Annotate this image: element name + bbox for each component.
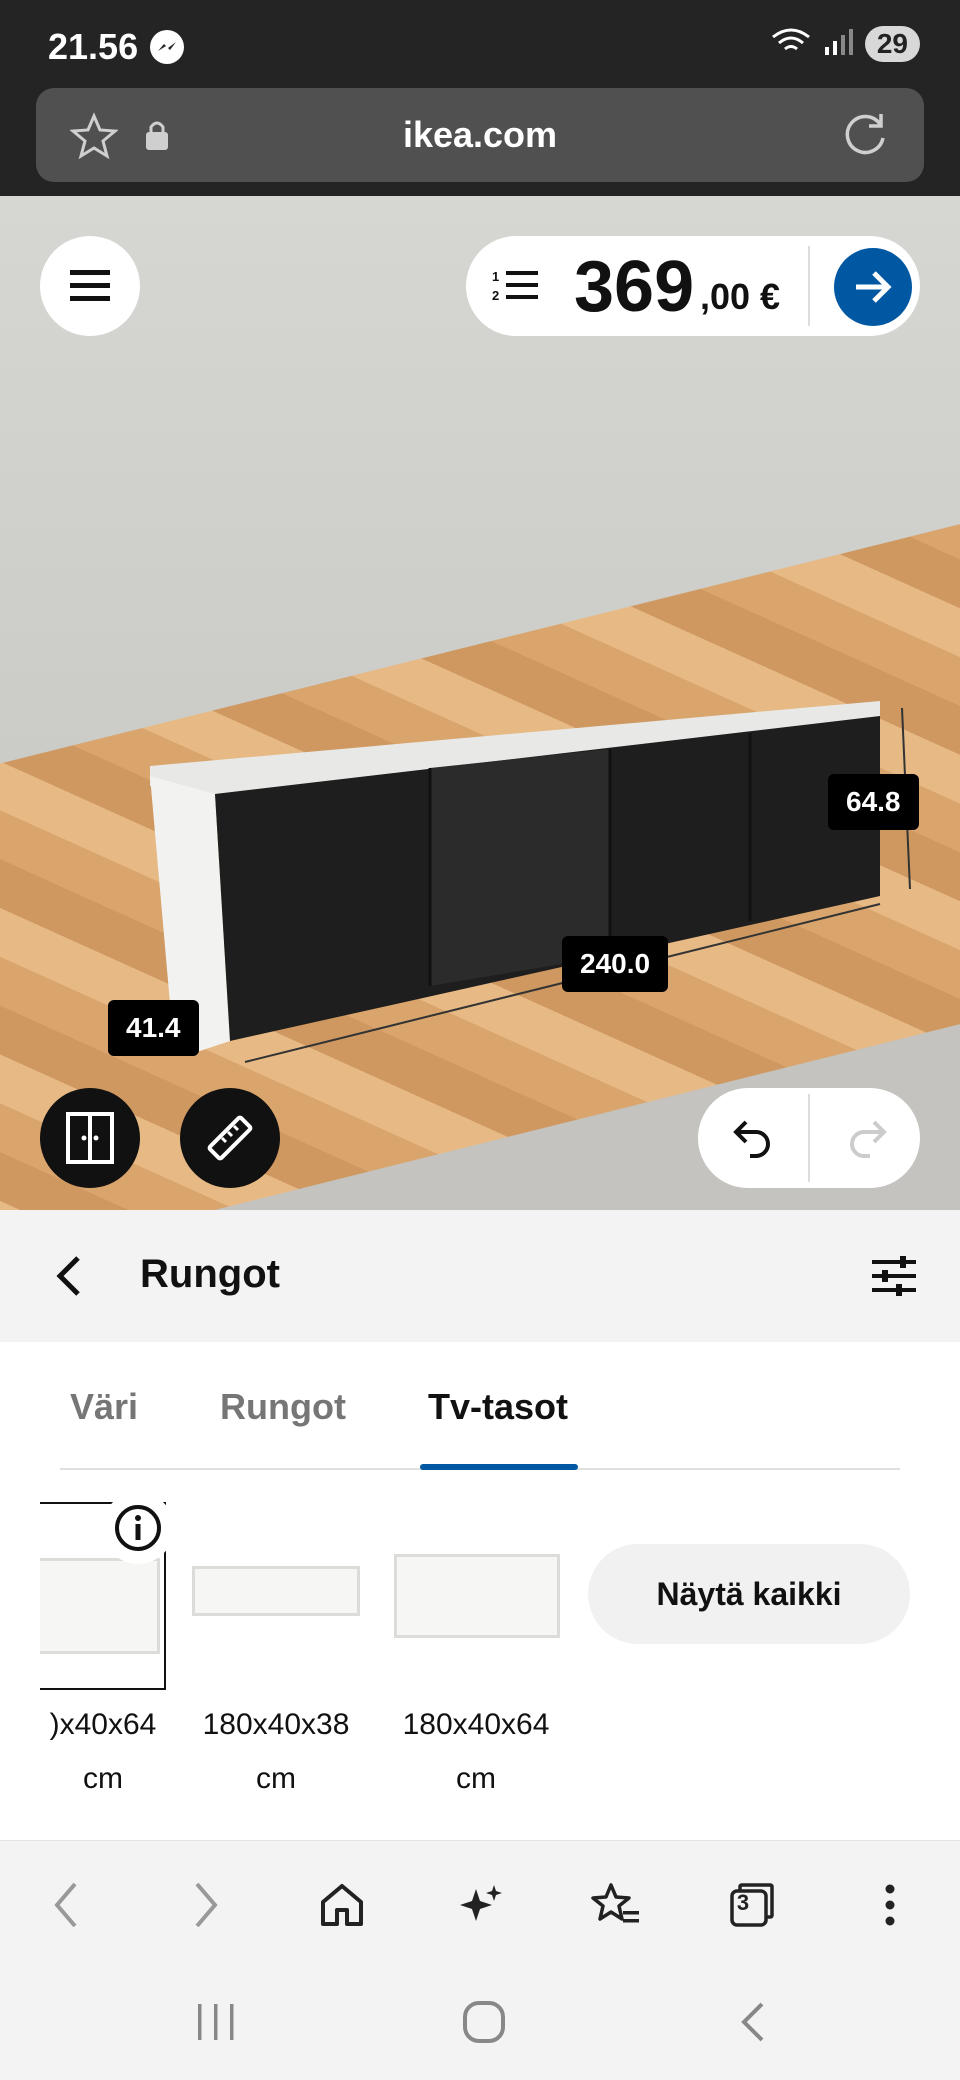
product-2-label: 180x40x38 cm <box>188 1698 364 1806</box>
redo-icon <box>850 1120 887 1158</box>
tv-bench-model <box>150 701 911 1063</box>
url-text[interactable]: ikea.com <box>36 114 924 156</box>
home-button[interactable] <box>312 1875 372 1935</box>
status-indicators: 29 <box>771 26 920 62</box>
sliders-icon <box>872 1256 916 1296</box>
tab-vari[interactable]: Väri <box>70 1386 138 1428</box>
undo-divider <box>808 1094 810 1182</box>
back-chevron-icon <box>741 2002 764 2042</box>
svg-text:2: 2 <box>492 288 499 303</box>
bookmark-list-icon <box>591 1883 639 1923</box>
recent-apps-button[interactable] <box>196 2002 236 2047</box>
tabs-button[interactable]: 3 <box>722 1875 782 1935</box>
home-icon <box>321 1884 363 1926</box>
tab-rungot[interactable]: Rungot <box>220 1386 346 1428</box>
product-2-unit: cm <box>256 1762 296 1795</box>
tab-tv-tasot[interactable]: Tv-tasot <box>428 1386 568 1428</box>
system-home-button[interactable] <box>462 2000 506 2049</box>
browser-toolbar: 3 <box>0 1840 960 1960</box>
filter-button[interactable] <box>872 1256 916 1301</box>
cabinet-doors-icon <box>66 1112 114 1164</box>
sparkle-icon <box>460 1885 502 1921</box>
hamburger-icon <box>70 270 110 301</box>
product-1-size: )x40x64 <box>49 1708 157 1741</box>
dimension-height-label: 64.8 <box>828 774 919 830</box>
product-3-unit: cm <box>456 1762 496 1795</box>
recent-apps-icon <box>198 2004 234 2040</box>
chevron-right-icon <box>195 1882 218 1928</box>
planner-3d-view[interactable]: 1 2 369 ,00 € 64.8 240.0 41.4 <box>0 196 960 1210</box>
undo-button[interactable] <box>732 1114 776 1167</box>
back-nav-button[interactable] <box>36 1875 96 1935</box>
more-vertical-icon <box>885 1884 895 1926</box>
price-integer: 369 <box>574 247 695 327</box>
product-image <box>40 1558 160 1654</box>
menu-button[interactable] <box>40 236 140 336</box>
bookmarks-button[interactable] <box>586 1875 646 1935</box>
product-card[interactable] <box>388 1502 564 1690</box>
undo-icon <box>733 1120 770 1158</box>
show-all-button[interactable]: Näytä kaikki <box>588 1544 910 1644</box>
price-summary[interactable]: 1 2 369 ,00 € <box>466 236 920 336</box>
product-image <box>192 1566 360 1616</box>
redo-button[interactable] <box>844 1114 888 1167</box>
price-divider <box>808 246 810 326</box>
product-3-size: 180x40x64 <box>402 1708 550 1741</box>
reload-icon[interactable] <box>840 110 890 165</box>
product-1-unit: cm <box>83 1762 123 1795</box>
tab-count: 3 <box>736 1890 750 1915</box>
forward-nav-button[interactable] <box>176 1875 236 1935</box>
system-back-button[interactable] <box>738 2000 768 2049</box>
messenger-icon <box>150 30 184 64</box>
product-2-size: 180x40x38 <box>202 1708 350 1741</box>
ruler-icon <box>207 1115 253 1161</box>
status-time: 21.56 <box>48 26 139 67</box>
measure-toggle-button[interactable] <box>180 1088 280 1188</box>
more-options-button[interactable] <box>860 1875 920 1935</box>
dimension-width-label: 240.0 <box>562 936 669 992</box>
product-3-label: 180x40x64 cm <box>388 1698 564 1806</box>
checkout-button[interactable] <box>834 248 912 326</box>
system-navigation-bar <box>0 1960 960 2080</box>
home-circle-icon <box>463 2001 505 2043</box>
browser-top-chrome: 21.56 29 ikea.com <box>0 0 960 196</box>
product-selector-panel: Väri Rungot Tv-tasot )x40x64 cm 180x40x3… <box>0 1342 960 1840</box>
active-tab-indicator <box>420 1464 578 1470</box>
chevron-left-icon <box>54 1882 77 1928</box>
product-1-label: )x40x64 cm <box>40 1698 166 1806</box>
doors-toggle-button[interactable] <box>40 1088 140 1188</box>
numbered-list-icon: 1 2 <box>492 269 538 303</box>
info-button[interactable] <box>102 1492 174 1564</box>
product-image <box>394 1554 560 1638</box>
undo-redo-group <box>698 1088 920 1188</box>
product-card[interactable] <box>188 1502 364 1690</box>
url-bar[interactable]: ikea.com <box>36 88 924 182</box>
wifi-icon <box>771 27 811 62</box>
panel-title: Rungot <box>140 1252 280 1296</box>
svg-text:1: 1 <box>492 269 499 284</box>
ai-assistant-button[interactable] <box>450 1875 510 1935</box>
signal-icon <box>823 27 853 62</box>
chevron-left-icon <box>56 1256 80 1296</box>
back-button[interactable] <box>52 1254 86 1303</box>
arrow-right-icon <box>856 271 892 303</box>
panel-header: Rungot <box>0 1210 960 1342</box>
dimension-depth-label: 41.4 <box>108 1000 199 1056</box>
price-decimals: ,00 € <box>700 276 781 317</box>
battery-indicator: 29 <box>864 26 920 62</box>
info-icon <box>115 1505 161 1551</box>
